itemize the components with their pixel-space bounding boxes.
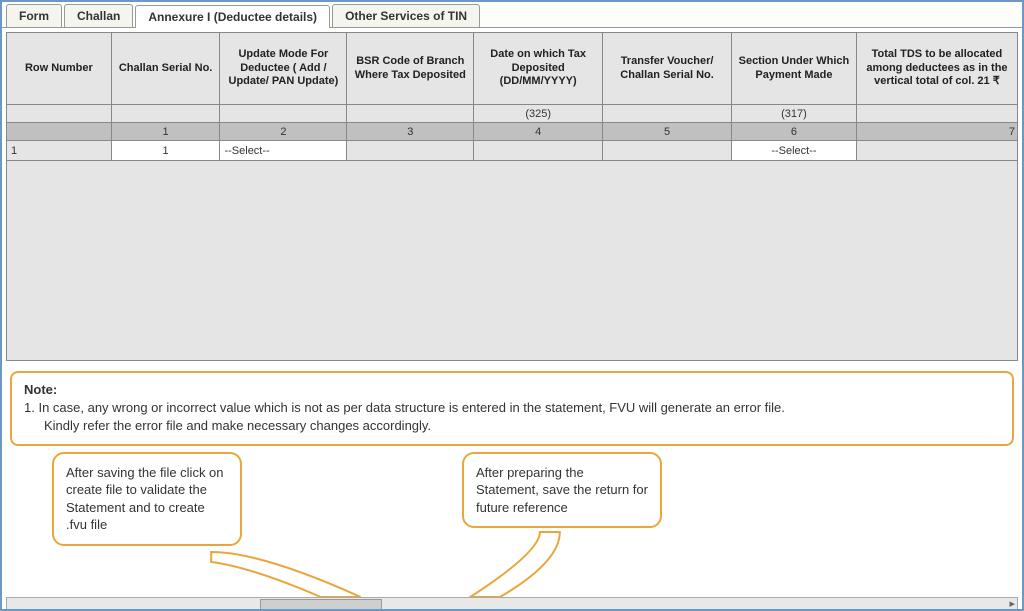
cell-bsr-code[interactable] <box>347 141 474 161</box>
cell-update-mode-select[interactable]: --Select-- <box>220 141 347 161</box>
callout-create-file: After saving the file click on create fi… <box>52 452 242 546</box>
cell-section-select[interactable]: --Select-- <box>732 141 857 161</box>
tab-challan[interactable]: Challan <box>64 4 133 27</box>
col-transfer-voucher: Transfer Voucher/ Challan Serial No. <box>603 33 732 105</box>
col-challan-serial: Challan Serial No. <box>111 33 220 105</box>
cell-date-deposited[interactable] <box>474 141 603 161</box>
colnum-6: 5 <box>603 123 732 141</box>
col-total-tds: Total TDS to be allocated among deductee… <box>856 33 1017 105</box>
cell-total-tds[interactable] <box>856 141 1017 161</box>
col-section-payment: Section Under Which Payment Made <box>732 33 857 105</box>
column-number-row: 1 2 3 4 5 6 7 <box>7 123 1018 141</box>
col-update-mode: Update Mode For Deductee ( Add / Update/… <box>220 33 347 105</box>
cell-transfer-voucher[interactable] <box>603 141 732 161</box>
note-box: Note: 1. In case, any wrong or incorrect… <box>10 371 1014 446</box>
ref-date: (325) <box>474 105 603 123</box>
col-row-number: Row Number <box>7 33 112 105</box>
note-title: Note: <box>24 382 57 397</box>
cell-row-number[interactable]: 1 <box>7 141 112 161</box>
tab-form[interactable]: Form <box>6 4 62 27</box>
cell-challan-serial[interactable]: 1 <box>111 141 220 161</box>
colnum-8: 7 <box>856 123 1017 141</box>
app-frame: Form Challan Annexure I (Deductee detail… <box>0 0 1024 611</box>
colnum-2: 1 <box>111 123 220 141</box>
deductee-grid: Row Number Challan Serial No. Update Mod… <box>6 32 1018 161</box>
tab-annexure[interactable]: Annexure I (Deductee details) <box>135 5 330 28</box>
ref-section: (317) <box>732 105 857 123</box>
colnum-7: 6 <box>732 123 857 141</box>
col-bsr-code: BSR Code of Branch Where Tax Deposited <box>347 33 474 105</box>
callout-save: After preparing the Statement, save the … <box>462 452 662 529</box>
tab-other-services[interactable]: Other Services of TIN <box>332 4 480 27</box>
reference-row: (325) (317) <box>7 105 1018 123</box>
callout-create-file-text: After saving the file click on create fi… <box>66 465 224 533</box>
callout-save-text: After preparing the Statement, save the … <box>476 465 648 515</box>
note-line1: 1. In case, any wrong or incorrect value… <box>24 400 785 415</box>
tab-bar: Form Challan Annexure I (Deductee detail… <box>2 2 1022 28</box>
colnum-5: 4 <box>474 123 603 141</box>
grid-wrapper: Row Number Challan Serial No. Update Mod… <box>2 28 1022 365</box>
horizontal-scrollbar[interactable] <box>6 597 1018 611</box>
grid-empty-area <box>6 161 1018 361</box>
callout-area: After saving the file click on create fi… <box>2 452 1022 597</box>
table-row[interactable]: 1 1 --Select-- --Select-- <box>7 141 1018 161</box>
colnum-3: 2 <box>220 123 347 141</box>
col-date-deposited: Date on which Tax Deposited (DD/MM/YYYY) <box>474 33 603 105</box>
colnum-4: 3 <box>347 123 474 141</box>
note-line2: Kindly refer the error file and make nec… <box>24 417 431 435</box>
